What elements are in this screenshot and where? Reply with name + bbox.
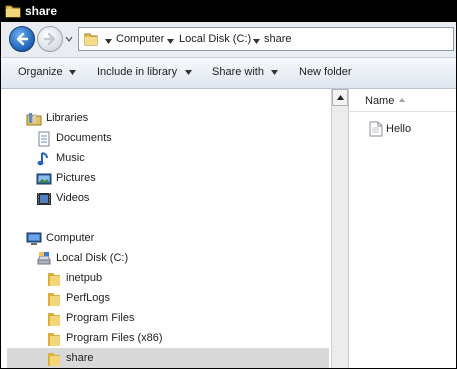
address-field[interactable]: Computer Local Disk (C:) share xyxy=(78,27,454,51)
recent-pages-dropdown[interactable] xyxy=(65,34,73,42)
new-folder-button[interactable]: New folder xyxy=(299,66,352,78)
forward-button[interactable] xyxy=(37,26,63,52)
sort-ascending-icon xyxy=(399,98,405,102)
file-list-pane: Name Hello xyxy=(349,89,456,368)
navigation-scrollbar[interactable] xyxy=(331,89,349,368)
chevron-down-icon xyxy=(65,36,73,42)
chevron-down-icon xyxy=(185,70,192,75)
breadcrumb-computer[interactable]: Computer xyxy=(116,33,164,45)
libraries-icon xyxy=(26,111,42,127)
folder-icon xyxy=(46,351,62,367)
chevron-down-icon[interactable] xyxy=(167,36,174,44)
folder-icon xyxy=(46,291,62,307)
scroll-up-button[interactable] xyxy=(332,89,348,106)
command-bar: Organize Include in library Share with N… xyxy=(1,58,456,89)
column-header-name[interactable]: Name xyxy=(349,89,456,112)
breadcrumb-share[interactable]: share xyxy=(264,33,292,45)
music-icon xyxy=(36,151,52,167)
videos-icon xyxy=(36,191,52,207)
folder-icon xyxy=(46,311,62,327)
explorer-window: share Computer Local Disk (C:) share Org… xyxy=(0,0,457,369)
folder-icon xyxy=(46,331,62,347)
chevron-up-icon xyxy=(337,95,344,100)
drive-icon xyxy=(36,251,52,267)
title-bar[interactable]: share xyxy=(1,1,456,22)
file-item[interactable]: Hello xyxy=(369,121,449,139)
computer-icon xyxy=(26,231,42,247)
scrollbar-thumb[interactable] xyxy=(332,106,348,368)
text-file-icon xyxy=(369,121,383,137)
include-in-library-button[interactable]: Include in library xyxy=(97,66,177,78)
folder-icon xyxy=(46,271,62,287)
chevron-down-icon xyxy=(271,70,278,75)
arrow-left-icon xyxy=(16,32,29,46)
chevron-down-icon xyxy=(69,70,76,75)
folder-icon xyxy=(83,31,99,47)
address-bar: Computer Local Disk (C:) share xyxy=(1,22,456,58)
arrow-right-icon xyxy=(43,32,56,46)
back-button[interactable] xyxy=(9,26,35,52)
pictures-icon xyxy=(36,171,52,187)
chevron-down-icon[interactable] xyxy=(253,36,260,44)
chevron-down-icon[interactable] xyxy=(105,36,112,44)
organize-button[interactable]: Organize xyxy=(18,66,63,78)
breadcrumb-local-disk[interactable]: Local Disk (C:) xyxy=(179,33,251,45)
navigation-pane: Libraries Documents Music Pictures Video xyxy=(1,89,331,368)
window-title: share xyxy=(25,4,58,18)
documents-icon xyxy=(36,131,52,147)
folder-icon xyxy=(5,4,21,18)
share-with-button[interactable]: Share with xyxy=(212,66,264,78)
